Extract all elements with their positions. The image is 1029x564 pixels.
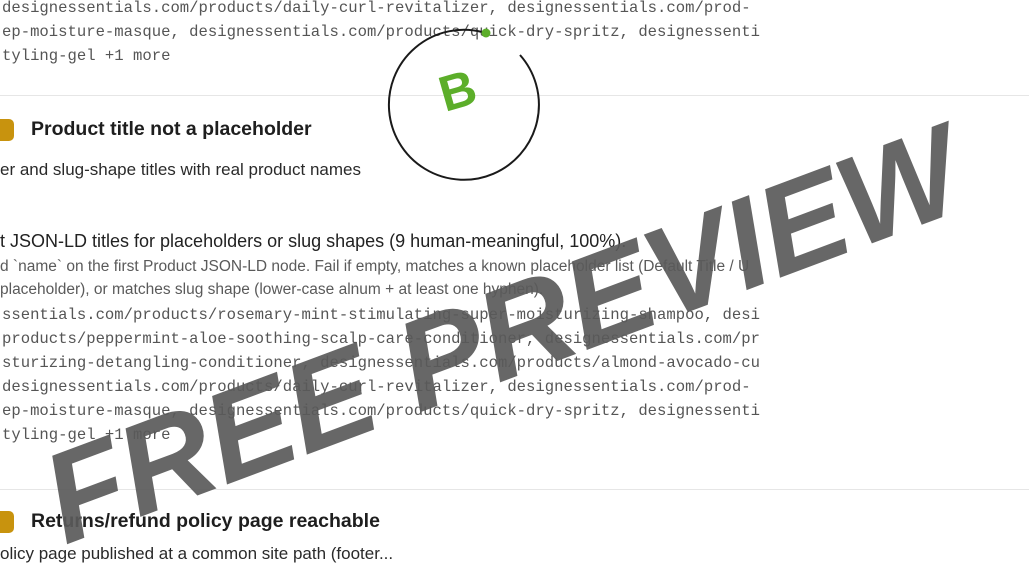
url-list-line: ssentials.com/products/rosemary-mint-sti… (2, 306, 760, 324)
url-list-line: ep-moisture-masque, designessentials.com… (2, 402, 760, 420)
check-description: placeholder), or matches slug shape (low… (0, 281, 544, 298)
section-divider (0, 489, 1029, 490)
url-list-line: designessentials.com/products/daily-curl… (2, 0, 751, 17)
url-list-line: sturizing-detangling-conditioner, design… (2, 354, 760, 372)
url-list-line: products/peppermint-aloe-soothing-scalp-… (2, 330, 760, 348)
logo-letter: B (433, 59, 483, 123)
status-badge (0, 119, 14, 141)
url-list-line: designessentials.com/products/daily-curl… (2, 378, 751, 396)
logo-ring-icon (387, 28, 540, 181)
check-title: Returns/refund policy page reachable (31, 510, 380, 532)
check-subtitle: er and slug-shape titles with real produ… (0, 160, 361, 179)
section-divider (0, 95, 1029, 96)
url-list-line: tyling-gel +1 more (2, 47, 171, 65)
check-title: Product title not a placeholder (31, 118, 312, 140)
check-result: t JSON-LD titles for placeholders or slu… (0, 231, 627, 251)
url-list-line: tyling-gel +1 more (2, 426, 171, 444)
watermark-logo: B (387, 28, 540, 181)
check-subtitle: olicy page published at a common site pa… (0, 544, 394, 563)
url-list-line: ep-moisture-masque, designessentials.com… (2, 23, 760, 41)
check-description: d `name` on the first Product JSON-LD no… (0, 258, 750, 275)
status-badge (0, 511, 14, 533)
